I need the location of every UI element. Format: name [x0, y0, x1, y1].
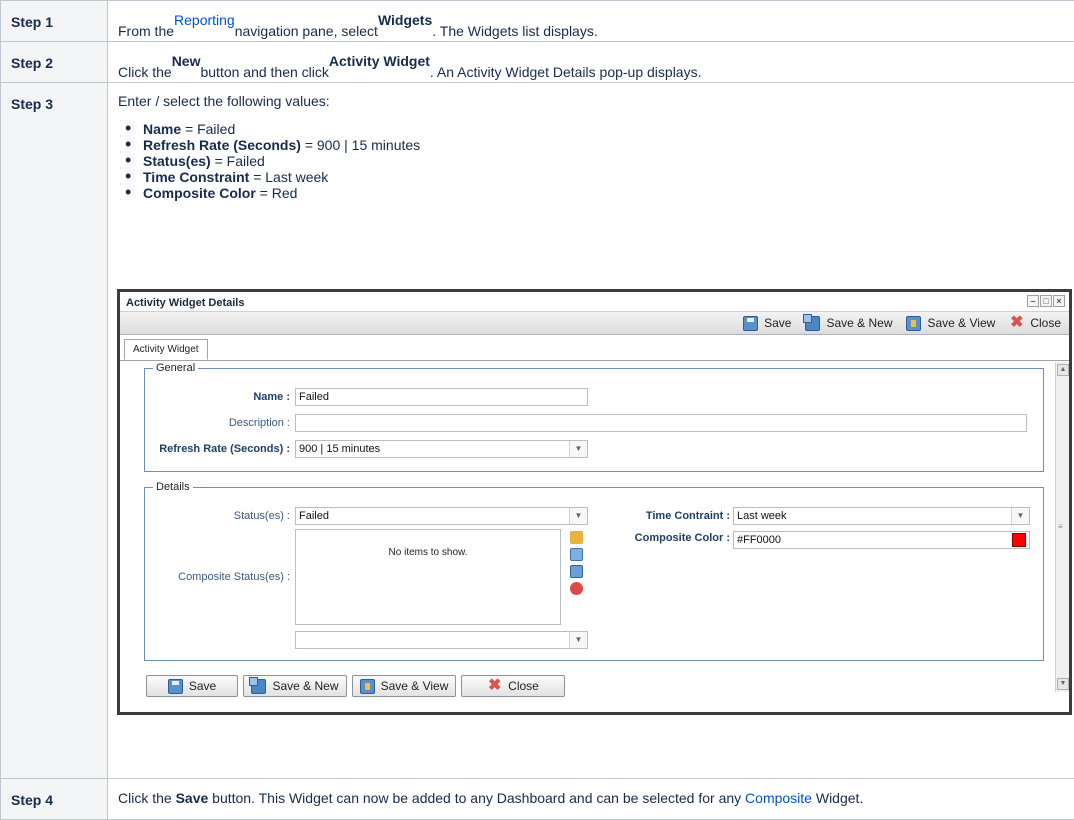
scroll-up-icon[interactable]: ▲	[1057, 364, 1069, 376]
toolbar-save-new-button[interactable]: Save & New	[805, 316, 892, 331]
status-label: Status(es) :	[145, 510, 290, 522]
step-label: Step 4	[1, 779, 108, 820]
close-icon: ✖	[1009, 316, 1024, 331]
save-new-icon	[805, 316, 820, 331]
tab-activity-widget[interactable]: Activity Widget	[124, 339, 208, 360]
toolbar-save-button[interactable]: Save	[743, 316, 791, 331]
toolbar-close-button[interactable]: ✖Close	[1009, 316, 1061, 331]
step-row: Step 4 Click the Save button. This Widge…	[1, 779, 1074, 820]
general-fieldset: General Name : Failed Description : Refr…	[144, 362, 1044, 472]
dialog-buttons: Save Save & New Save & View ✖Close	[146, 675, 565, 697]
composite-status-label: Composite Status(es) :	[145, 571, 290, 583]
dialog-toolbar: Save Save & New Save & View ✖Close	[120, 312, 1069, 335]
composite-status-select[interactable]: ▼	[295, 631, 588, 649]
close-button[interactable]: ✖Close	[461, 675, 565, 697]
scroll-down-icon[interactable]: ▼	[1057, 678, 1069, 690]
list-item: Time Constraint = Last week	[143, 169, 1074, 185]
step-intro: Enter / select the following values:	[118, 93, 1074, 109]
composite-status-list[interactable]: No items to show.	[295, 529, 561, 625]
composite-color-field[interactable]: #FF0000	[733, 531, 1030, 549]
close-window-icon[interactable]: ×	[1053, 295, 1065, 307]
save-new-button[interactable]: Save & New	[243, 675, 347, 697]
form-panel: General Name : Failed Description : Refr…	[120, 362, 1052, 692]
list-item: Composite Color = Red	[143, 185, 1074, 201]
details-fieldset: Details Status(es) : Failed ▼ No items t…	[144, 481, 1044, 661]
tab-bar: Activity Widget	[120, 335, 1069, 361]
description-field[interactable]	[295, 414, 1027, 432]
save-button[interactable]: Save	[146, 675, 238, 697]
chevron-down-icon: ▼	[569, 632, 587, 648]
save-new-icon	[251, 679, 266, 694]
add-item-icon[interactable]	[570, 565, 583, 578]
maximize-icon[interactable]: □	[1040, 295, 1052, 307]
save-view-icon	[906, 316, 921, 331]
general-legend: General	[153, 362, 198, 374]
list-item: Name = Failed	[143, 121, 1074, 137]
lookup-icon[interactable]	[570, 548, 583, 561]
remove-icon[interactable]	[570, 582, 583, 595]
list-actions	[570, 531, 583, 595]
composite-color-label: Composite Color :	[595, 532, 730, 544]
window-controls: – □ ×	[1027, 295, 1065, 307]
list-item: Status(es) = Failed	[143, 153, 1074, 169]
description-label: Description :	[145, 417, 290, 429]
scroll-grip-icon: ≡	[1058, 522, 1063, 531]
dialog-title: Activity Widget Details – □ ×	[120, 292, 1069, 312]
chevron-down-icon: ▼	[569, 441, 587, 457]
reporting-link[interactable]: Reporting	[174, 12, 235, 28]
composite-link[interactable]: Composite	[745, 790, 812, 806]
chevron-down-icon: ▼	[1011, 508, 1029, 524]
lock-icon[interactable]	[570, 531, 583, 544]
step-body: From the Reporting navigation pane, sele…	[108, 1, 1074, 42]
values-list: Name = Failed Refresh Rate (Seconds) = 9…	[118, 121, 1074, 201]
refresh-rate-label: Refresh Rate (Seconds) :	[145, 443, 290, 455]
step-body: Click the Save button. This Widget can n…	[108, 779, 1074, 820]
scrollbar[interactable]: ▲ ≡ ▼	[1055, 362, 1069, 692]
name-field[interactable]: Failed	[295, 388, 588, 406]
save-view-button[interactable]: Save & View	[352, 675, 456, 697]
color-swatch[interactable]	[1012, 533, 1026, 547]
refresh-rate-select[interactable]: 900 | 15 minutes ▼	[295, 440, 588, 458]
step-label: Step 1	[1, 1, 108, 42]
step-body: Click the New button and then click Acti…	[108, 42, 1074, 83]
time-constraint-select[interactable]: Last week ▼	[733, 507, 1030, 525]
details-legend: Details	[153, 481, 193, 493]
empty-list-text: No items to show.	[389, 547, 468, 558]
close-icon: ✖	[487, 679, 502, 694]
status-select[interactable]: Failed ▼	[295, 507, 588, 525]
save-view-icon	[360, 679, 375, 694]
toolbar-save-view-button[interactable]: Save & View	[906, 316, 995, 331]
name-label: Name :	[145, 391, 290, 403]
step-label: Step 3	[1, 83, 108, 779]
step-row: Step 2 Click the New button and then cli…	[1, 42, 1074, 83]
step-label: Step 2	[1, 42, 108, 83]
chevron-down-icon: ▼	[569, 508, 587, 524]
activity-widget-dialog: Activity Widget Details – □ × Save Save …	[117, 289, 1072, 715]
save-icon	[168, 679, 183, 694]
list-item: Refresh Rate (Seconds) = 900 | 15 minute…	[143, 137, 1074, 153]
save-icon	[743, 316, 758, 331]
time-constraint-label: Time Contraint :	[595, 510, 730, 522]
minimize-icon[interactable]: –	[1027, 295, 1039, 307]
step-row: Step 1 From the Reporting navigation pan…	[1, 1, 1074, 42]
